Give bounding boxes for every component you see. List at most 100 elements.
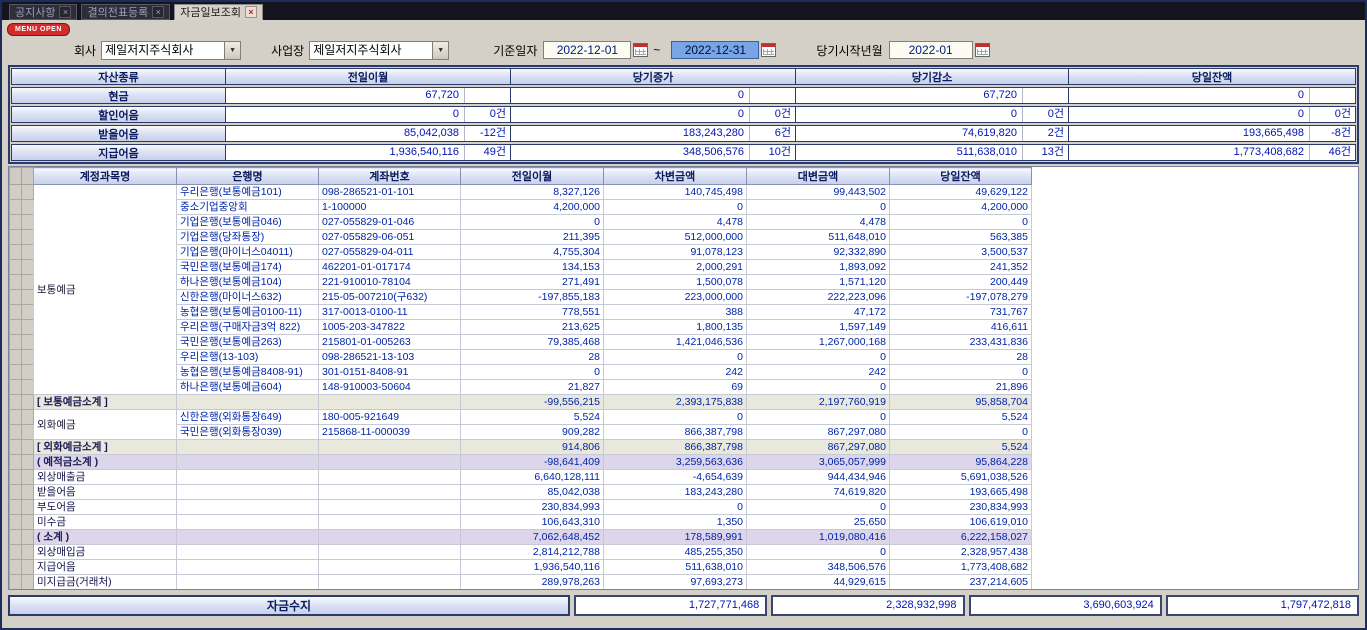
row-selector-cell[interactable] xyxy=(10,485,22,500)
detail-row[interactable]: 부도어음230,834,99300230,834,993 xyxy=(10,500,1032,515)
row-selector-cell[interactable] xyxy=(22,365,34,380)
row-selector-cell[interactable] xyxy=(22,440,34,455)
row-selector-cell[interactable] xyxy=(10,530,22,545)
calendar-icon[interactable] xyxy=(975,43,990,57)
detail-row[interactable]: 미지급금(거래처)289,978,26397,693,27344,929,615… xyxy=(10,575,1032,590)
tab-fund-daily-report[interactable]: 자금일보조회 × xyxy=(174,4,263,20)
row-selector-cell[interactable] xyxy=(22,455,34,470)
row-selector-cell[interactable] xyxy=(10,245,22,260)
detail-header-today-balance[interactable]: 당일잔액 xyxy=(890,168,1032,185)
detail-row[interactable]: 미수금106,643,3101,35025,650106,619,010 xyxy=(10,515,1032,530)
detail-header-debit-amount[interactable]: 차변금액 xyxy=(604,168,747,185)
summary-header-prev-carryover[interactable]: 전일이월 xyxy=(226,69,511,84)
row-selector-cell[interactable] xyxy=(22,410,34,425)
base-date-from-input[interactable]: 2022-12-01 xyxy=(543,41,631,59)
row-selector-cell[interactable] xyxy=(22,425,34,440)
row-selector-cell[interactable] xyxy=(22,575,34,590)
chevron-down-icon[interactable]: ▼ xyxy=(224,42,240,59)
detail-row[interactable]: 외화예금신한은행(외화통장649)180-005-9216495,524005,… xyxy=(10,410,1032,425)
row-selector-cell[interactable] xyxy=(10,380,22,395)
row-selector-cell[interactable] xyxy=(22,230,34,245)
summary-row[interactable]: 받을어음85,042,038-12건183,243,2806건74,619,82… xyxy=(11,125,1356,142)
row-selector-cell[interactable] xyxy=(10,200,22,215)
period-start-input[interactable]: 2022-01 xyxy=(889,41,973,59)
detail-row[interactable]: 보통예금우리은행(보통예금101)098-286521-01-1018,327,… xyxy=(10,185,1032,200)
row-selector-cell[interactable] xyxy=(22,245,34,260)
summary-row[interactable]: 현금67,720067,7200 xyxy=(11,87,1356,104)
detail-row[interactable]: 지급어음1,936,540,116511,638,010348,506,5761… xyxy=(10,560,1032,575)
row-selector-cell[interactable] xyxy=(10,230,22,245)
detail-header-credit-amount[interactable]: 대변금액 xyxy=(747,168,890,185)
row-selector-cell[interactable] xyxy=(10,410,22,425)
calendar-icon[interactable] xyxy=(633,43,648,57)
summary-header-period-increase[interactable]: 당기증가 xyxy=(511,69,796,84)
row-selector-cell[interactable] xyxy=(10,500,22,515)
row-selector-cell[interactable] xyxy=(22,275,34,290)
row-selector-cell[interactable] xyxy=(10,260,22,275)
row-selector-cell[interactable] xyxy=(10,335,22,350)
row-selector-cell[interactable] xyxy=(22,320,34,335)
row-selector-cell[interactable] xyxy=(22,350,34,365)
summary-header-today-balance[interactable]: 당일잔액 xyxy=(1069,69,1355,84)
row-selector-cell[interactable] xyxy=(10,305,22,320)
row-selector-cell[interactable] xyxy=(10,455,22,470)
menu-open-button[interactable]: MENU OPEN xyxy=(7,23,70,36)
detail-row[interactable]: 외상매출금6,640,128,111-4,654,639944,434,9465… xyxy=(10,470,1032,485)
row-selector-cell[interactable] xyxy=(10,185,22,200)
row-selector-cell[interactable] xyxy=(22,515,34,530)
detail-header-account-number[interactable]: 계좌번호 xyxy=(319,168,461,185)
row-selector-cell[interactable] xyxy=(10,395,22,410)
row-selector-cell[interactable] xyxy=(22,380,34,395)
row-selector-cell[interactable] xyxy=(10,425,22,440)
row-selector-cell[interactable] xyxy=(10,560,22,575)
row-selector-cell[interactable] xyxy=(10,470,22,485)
detail-header-account-name[interactable]: 계정과목명 xyxy=(34,168,177,185)
row-selector-cell[interactable] xyxy=(10,275,22,290)
row-selector-cell[interactable] xyxy=(10,350,22,365)
tab-fund-daily-report-close-icon[interactable]: × xyxy=(245,6,257,18)
site-select[interactable]: 제일저지주식회사 ▼ xyxy=(309,41,449,60)
row-selector-cell[interactable] xyxy=(10,215,22,230)
calendar-icon[interactable] xyxy=(761,43,776,57)
row-selector-cell[interactable] xyxy=(22,305,34,320)
row-selector-cell[interactable] xyxy=(22,560,34,575)
detail-header-prev-carryover[interactable]: 전일이월 xyxy=(461,168,604,185)
row-selector-cell[interactable] xyxy=(10,545,22,560)
row-selector-cell[interactable] xyxy=(10,365,22,380)
summary-row[interactable]: 지급어음1,936,540,11649건348,506,57610건511,63… xyxy=(11,144,1356,161)
detail-row[interactable]: [ 보통예금소계 ]-99,556,2152,393,175,8382,197,… xyxy=(10,395,1032,410)
row-selector-cell[interactable] xyxy=(22,500,34,515)
row-selector-cell[interactable] xyxy=(22,470,34,485)
summary-header-asset-type[interactable]: 자산종류 xyxy=(12,69,226,84)
detail-row[interactable]: [ 외화예금소계 ]914,806866,387,798867,297,0805… xyxy=(10,440,1032,455)
summary-header-period-decrease[interactable]: 당기감소 xyxy=(796,69,1069,84)
company-select[interactable]: 제일저지주식회사 ▼ xyxy=(101,41,241,60)
tab-voucher-entry[interactable]: 결의전표등록 × xyxy=(81,4,170,20)
tab-voucher-entry-close-icon[interactable]: × xyxy=(152,6,164,18)
row-selector-cell[interactable] xyxy=(22,485,34,500)
row-selector-cell[interactable] xyxy=(22,290,34,305)
detail-row[interactable]: 외상매입금2,814,212,788485,255,35002,328,957,… xyxy=(10,545,1032,560)
row-selector-cell[interactable] xyxy=(22,260,34,275)
chevron-down-icon[interactable]: ▼ xyxy=(432,42,448,59)
row-selector-cell[interactable] xyxy=(22,185,34,200)
row-selector-cell[interactable] xyxy=(10,320,22,335)
row-selector-cell[interactable] xyxy=(22,215,34,230)
row-selector-cell[interactable] xyxy=(22,395,34,410)
detail-row[interactable]: 받을어음85,042,038183,243,28074,619,820193,6… xyxy=(10,485,1032,500)
summary-row[interactable]: 할인어음00건00건00건00건 xyxy=(11,106,1356,123)
row-selector-cell[interactable] xyxy=(22,200,34,215)
detail-row[interactable]: ( 소계 )7,062,648,452178,589,9911,019,080,… xyxy=(10,530,1032,545)
detail-header-bank-name[interactable]: 은행명 xyxy=(177,168,319,185)
tab-notice[interactable]: 공지사항 × xyxy=(9,4,77,20)
row-selector-cell[interactable] xyxy=(22,335,34,350)
tab-notice-close-icon[interactable]: × xyxy=(59,6,71,18)
row-selector-cell[interactable] xyxy=(10,515,22,530)
row-selector-cell[interactable] xyxy=(10,575,22,590)
row-selector-cell[interactable] xyxy=(10,440,22,455)
row-selector-cell[interactable] xyxy=(22,530,34,545)
row-selector-cell[interactable] xyxy=(10,290,22,305)
detail-row[interactable]: ( 예적금소계 )-98,641,4093,259,563,6363,065,0… xyxy=(10,455,1032,470)
row-selector-cell[interactable] xyxy=(22,545,34,560)
base-date-to-input[interactable]: 2022-12-31 xyxy=(671,41,759,59)
